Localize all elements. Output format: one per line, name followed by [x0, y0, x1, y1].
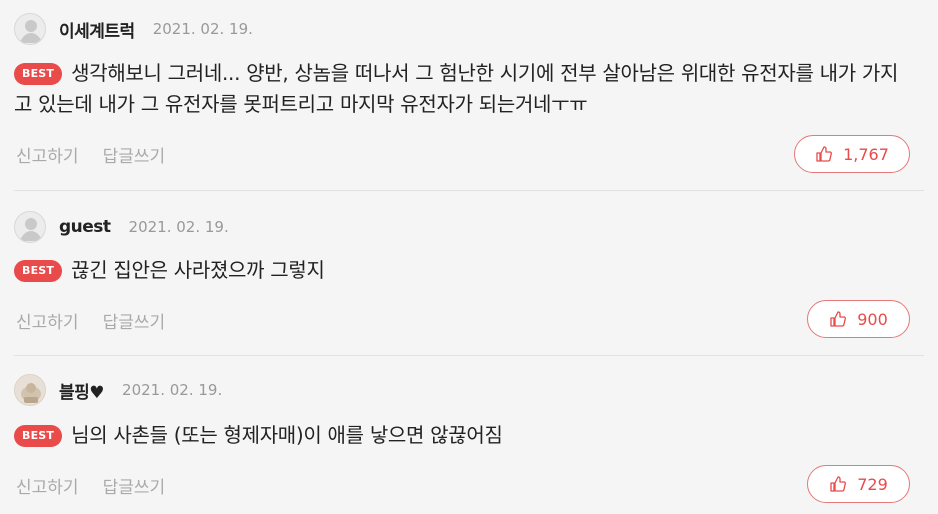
comment-date: 2021. 02. 19. [122, 381, 223, 399]
comment-nickname[interactable]: 이세계트럭 [59, 17, 135, 42]
like-count: 729 [857, 474, 888, 494]
comment-header: 블핑♥ 2021. 02. 19. [14, 374, 222, 406]
reply-button[interactable]: 답글쓰기 [103, 142, 166, 167]
comment-text: 생각해보니 그러네... 양반, 상놈을 떠나서 그 험난한 시기에 전부 살아… [14, 61, 899, 116]
reply-button[interactable]: 답글쓰기 [103, 308, 166, 333]
comment-header: 이세계트럭 2021. 02. 19. [14, 13, 253, 45]
best-badge: BEST [14, 63, 63, 85]
like-button[interactable]: 1,767 [794, 135, 910, 173]
comment-actions: 신고하기 답글쓰기 [16, 142, 165, 167]
comment-item: 이세계트럭 2021. 02. 19. BEST 생각해보니 그러네... 양반,… [0, 0, 938, 190]
comment-text: 님의 사촌들 (또는 형제자매)이 애를 낳으면 않끊어짐 [71, 423, 503, 447]
report-button[interactable]: 신고하기 [16, 142, 79, 167]
comment-item: guest 2021. 02. 19. BEST 끊긴 집안은 사라졌으까 그렇지… [0, 191, 938, 355]
thumbs-up-icon [830, 476, 847, 492]
photo-avatar[interactable] [14, 374, 46, 406]
comment-date: 2021. 02. 19. [152, 20, 253, 38]
like-count: 900 [857, 309, 888, 329]
comment-header: guest 2021. 02. 19. [14, 211, 229, 243]
thumbs-up-icon [816, 146, 833, 162]
comment-item: 블핑♥ 2021. 02. 19. BEST 님의 사촌들 (또는 형제자매)이 … [0, 356, 938, 514]
comment-actions: 신고하기 답글쓰기 [16, 308, 165, 333]
default-avatar-icon[interactable] [14, 13, 46, 45]
comment-nickname[interactable]: guest [59, 217, 111, 237]
comment-nickname[interactable]: 블핑♥ [59, 378, 105, 403]
report-button[interactable]: 신고하기 [16, 473, 79, 498]
like-button[interactable]: 900 [807, 300, 910, 338]
like-button[interactable]: 729 [807, 465, 910, 503]
comment-body: BEST 끊긴 집안은 사라졌으까 그렇지 [14, 255, 914, 286]
like-count: 1,767 [843, 144, 889, 164]
comment-text: 끊긴 집안은 사라졌으까 그렇지 [71, 258, 325, 282]
best-badge: BEST [14, 425, 63, 447]
comment-body: BEST 생각해보니 그러네... 양반, 상놈을 떠나서 그 험난한 시기에 전… [14, 58, 914, 120]
comment-actions: 신고하기 답글쓰기 [16, 473, 165, 498]
comment-date: 2021. 02. 19. [128, 218, 229, 236]
thumbs-up-icon [830, 311, 847, 327]
comment-list: 이세계트럭 2021. 02. 19. BEST 생각해보니 그러네... 양반,… [0, 0, 938, 514]
comment-body: BEST 님의 사촌들 (또는 형제자매)이 애를 낳으면 않끊어짐 [14, 420, 914, 451]
best-badge: BEST [14, 260, 63, 282]
reply-button[interactable]: 답글쓰기 [103, 473, 166, 498]
default-avatar-icon[interactable] [14, 211, 46, 243]
report-button[interactable]: 신고하기 [16, 308, 79, 333]
